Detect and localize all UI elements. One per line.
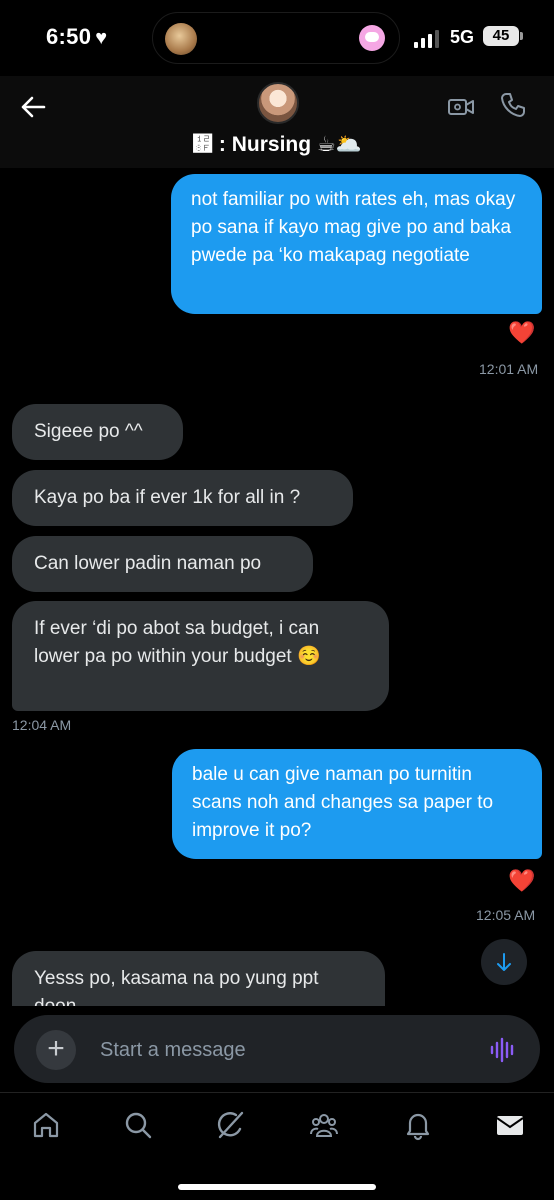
received-message[interactable]: Kaya po ba if ever 1k for all in ? <box>12 470 353 526</box>
message-timestamp: 12:05 AM <box>476 907 536 923</box>
status-time: 6:50 ♥ <box>46 24 108 49</box>
messages-envelope-icon[interactable] <box>494 1109 526 1141</box>
heart-status-icon: ♥ <box>95 27 108 49</box>
chat-title[interactable]: ኏ : Nursing ☕🌥️ <box>0 132 554 157</box>
received-message[interactable]: Sigeee po ^^ <box>12 404 183 460</box>
battery-indicator: 45 <box>483 26 523 46</box>
sent-message[interactable]: bale u can give naman po turnitin scans … <box>172 749 542 859</box>
message-text: bale u can give naman po turnitin scans … <box>192 764 494 841</box>
heart-reaction-icon[interactable]: ❤️ <box>508 868 535 894</box>
notifications-bell-icon[interactable] <box>402 1109 434 1141</box>
home-indicator[interactable] <box>178 1184 376 1190</box>
message-input[interactable] <box>100 1035 460 1065</box>
message-text: Sigeee po ^^ <box>34 421 143 442</box>
network-type: 5G <box>450 27 475 47</box>
dynamic-island[interactable] <box>152 12 400 64</box>
message-text: Can lower padin naman po <box>34 553 262 574</box>
add-attachment-button[interactable]: + <box>36 1030 76 1070</box>
video-call-icon[interactable] <box>446 92 476 122</box>
contact-avatar[interactable] <box>257 82 299 124</box>
scroll-to-bottom-button[interactable] <box>481 939 527 985</box>
voice-message-icon[interactable] <box>488 1035 518 1065</box>
arrow-down-icon <box>497 953 511 971</box>
message-composer: + <box>14 1015 540 1083</box>
message-timestamp: 12:01 AM <box>479 361 539 377</box>
message-text: If ever ‘di po abot sa budget, i can low… <box>34 618 321 667</box>
phone-icon[interactable] <box>498 90 528 120</box>
status-bar: 6:50 ♥ 5G 45 <box>0 0 554 76</box>
grok-icon[interactable] <box>214 1109 246 1141</box>
message-timestamp: 12:04 AM <box>12 717 72 733</box>
cellular-signal-icon <box>414 30 439 48</box>
search-icon[interactable] <box>122 1109 154 1141</box>
received-message[interactable]: Can lower padin naman po <box>12 536 313 592</box>
chat-header: ኏ : Nursing ☕🌥️ <box>0 76 554 168</box>
back-arrow-icon[interactable] <box>18 92 48 122</box>
sent-message[interactable]: not familiar po with rates eh, mas okay … <box>171 174 542 314</box>
home-icon[interactable] <box>30 1109 62 1141</box>
communities-icon[interactable] <box>308 1109 340 1141</box>
heart-reaction-icon[interactable]: ❤️ <box>508 320 535 346</box>
message-text: Kaya po ba if ever 1k for all in ? <box>34 487 301 508</box>
island-message-icon <box>359 25 385 51</box>
message-text: not familiar po with rates eh, mas okay … <box>191 189 516 266</box>
island-avatar <box>165 23 197 55</box>
received-message[interactable]: If ever ‘di po abot sa budget, i can low… <box>12 601 389 711</box>
